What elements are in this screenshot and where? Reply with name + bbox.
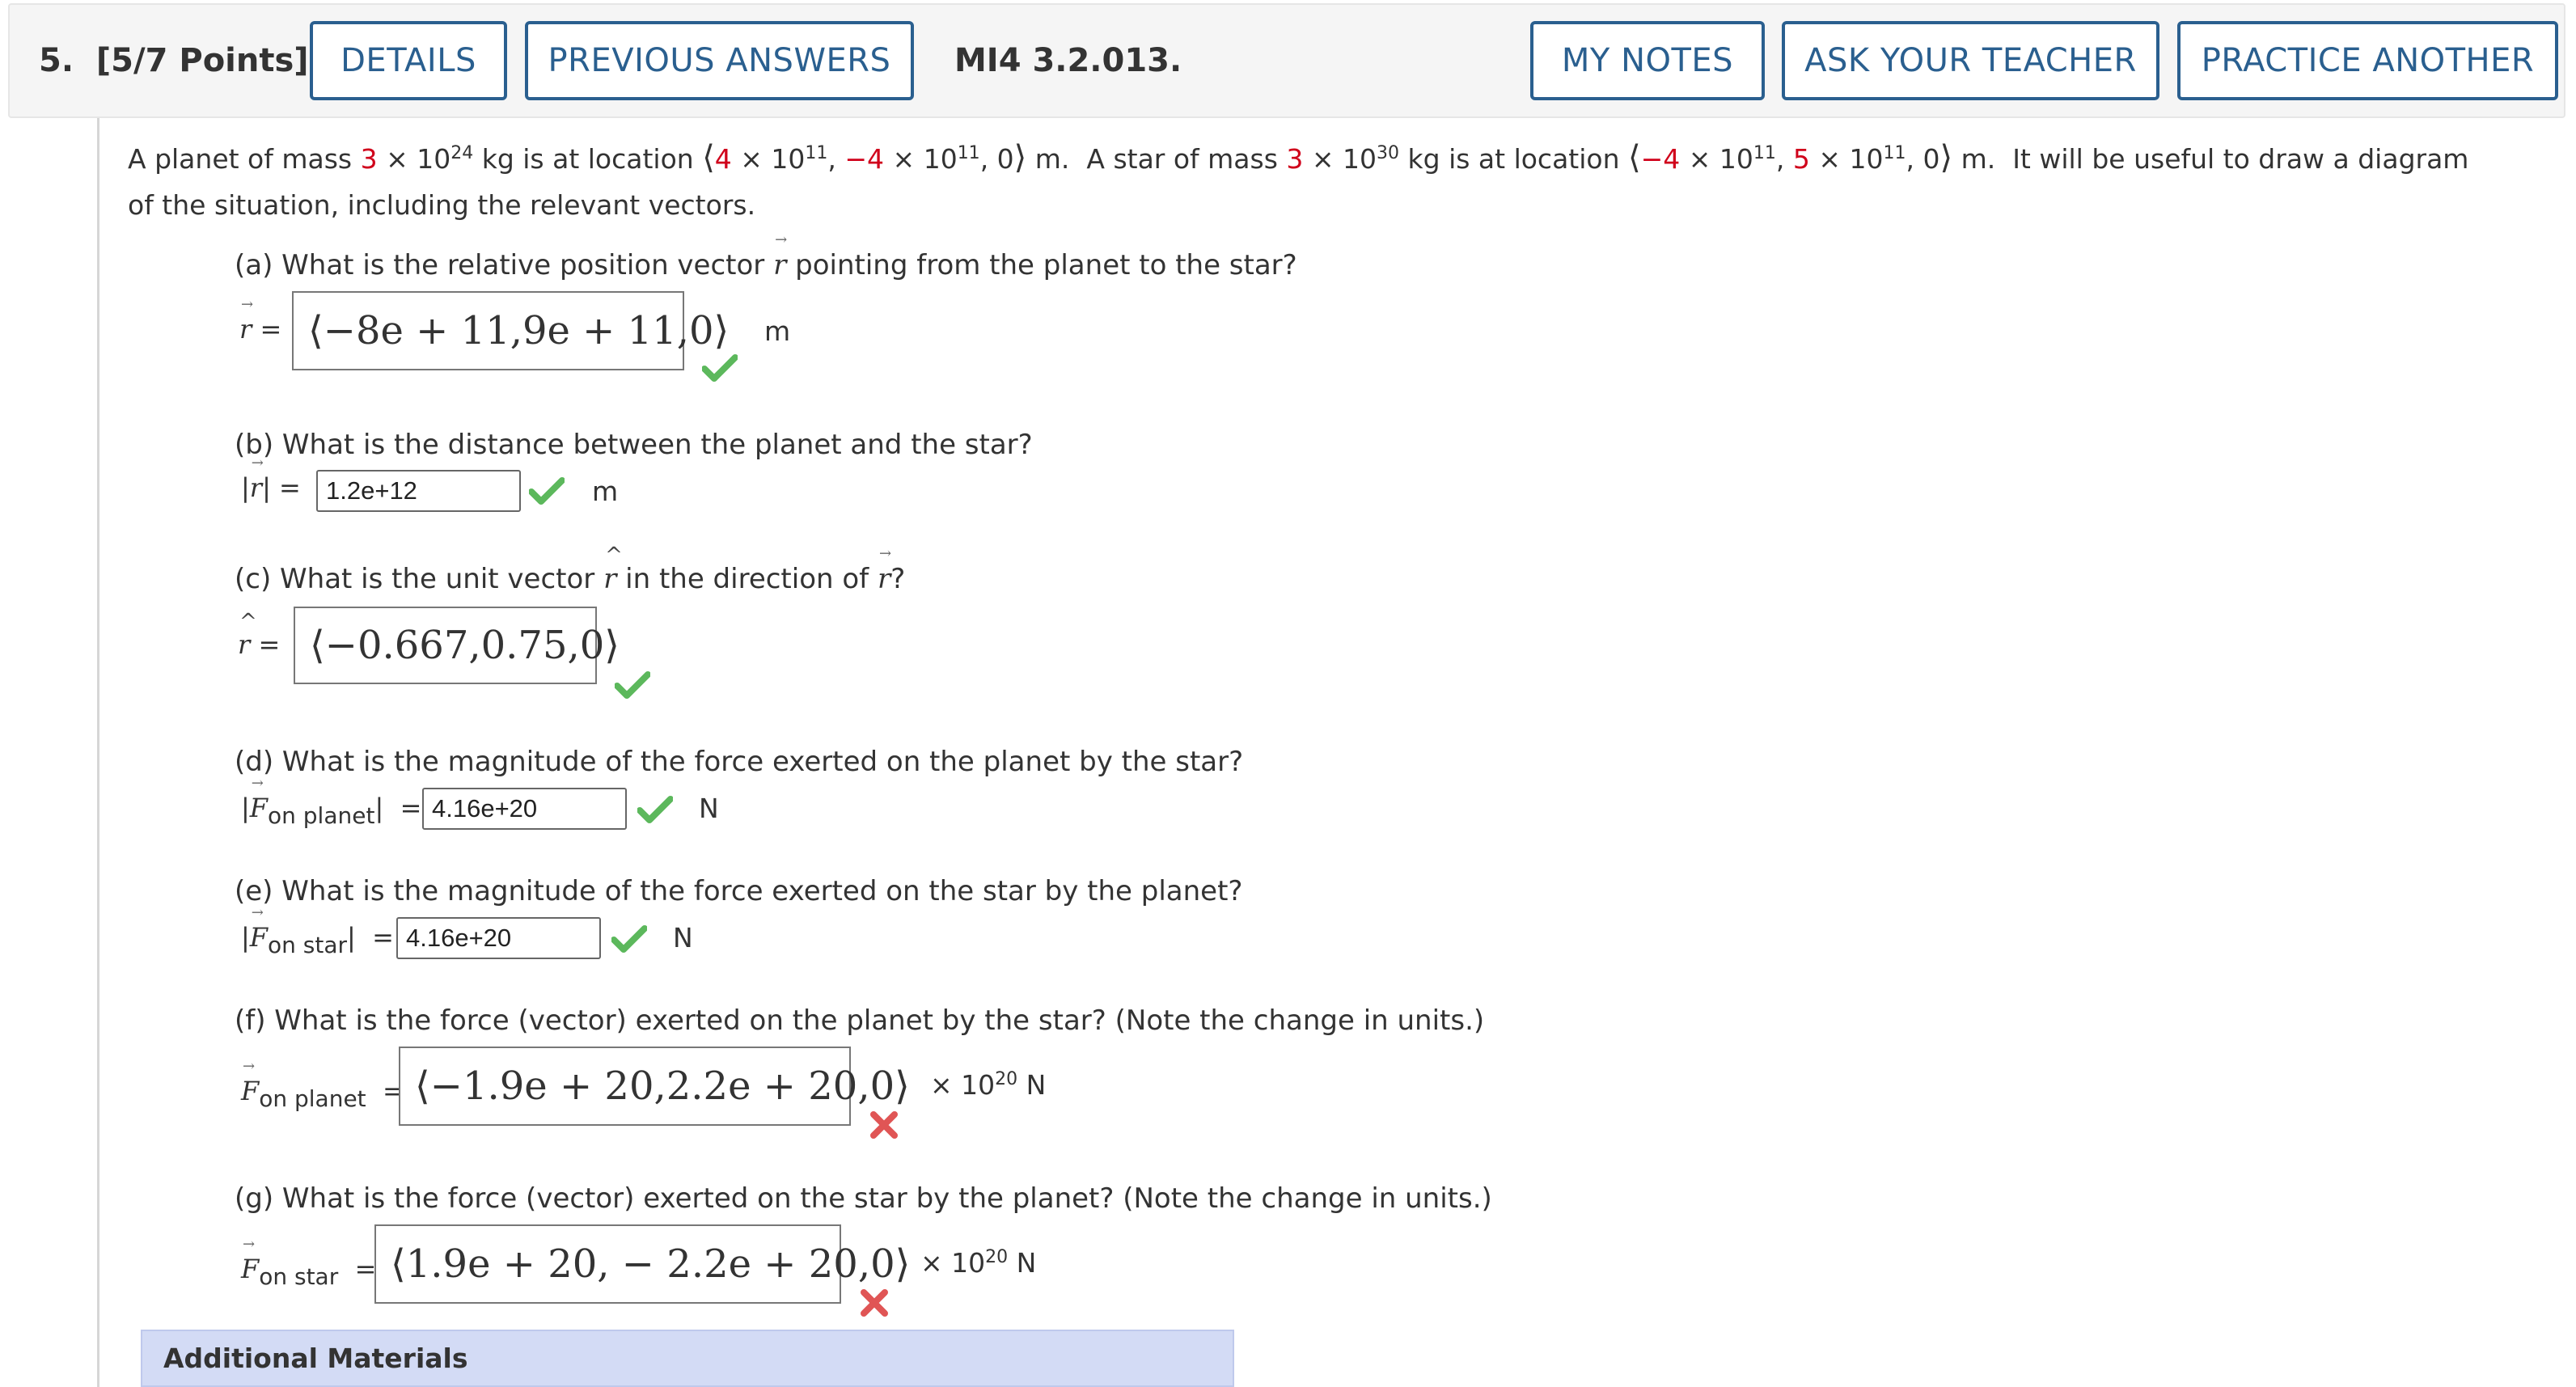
problem-statement-line2: of the situation, including the relevant… bbox=[128, 189, 756, 221]
ask-your-teacher-button[interactable]: ASK YOUR TEACHER bbox=[1782, 21, 2159, 100]
part-a-label: r = bbox=[239, 296, 281, 345]
part-f-incorrect-x-icon bbox=[870, 1111, 898, 1139]
part-g-answer[interactable]: ⟨1.9e + 20, − 2.2e + 20,0⟩ bbox=[374, 1224, 910, 1304]
part-d-correct-check-icon bbox=[637, 796, 673, 823]
part-e-unit: N bbox=[673, 922, 693, 954]
part-d-unit: N bbox=[699, 793, 719, 824]
question-number-points: 5. [5/7 Points] bbox=[39, 42, 309, 79]
part-b-question: (b) What is the distance between the pla… bbox=[235, 429, 1033, 461]
part-d-label: |Fon planet| = bbox=[241, 775, 421, 829]
part-a-answer[interactable]: ⟨−8e + 11,9e + 11,0⟩ bbox=[292, 291, 729, 370]
part-c-question: (c) What is the unit vector r in the dir… bbox=[235, 543, 905, 595]
part-e-correct-check-icon bbox=[611, 925, 647, 953]
part-e-label: |Fon star| = bbox=[241, 904, 394, 958]
left-divider bbox=[97, 118, 99, 1387]
part-e-input[interactable]: 4.16e+20 bbox=[396, 917, 601, 959]
part-f-label: Fon planet = bbox=[241, 1058, 404, 1112]
problem-statement: A planet of mass 3 × 1024 kg is at locat… bbox=[128, 139, 2469, 176]
part-c-correct-check-icon bbox=[615, 671, 650, 699]
part-b-label: |r| = bbox=[241, 455, 301, 503]
question-id: MI4 3.2.013. bbox=[954, 42, 1182, 79]
part-c-label: r = bbox=[238, 610, 280, 660]
part-d-input[interactable]: 4.16e+20 bbox=[422, 788, 627, 830]
my-notes-button[interactable]: MY NOTES bbox=[1530, 21, 1765, 100]
part-a-question: (a) What is the relative position vector… bbox=[235, 231, 1297, 281]
part-g-question: (g) What is the force (vector) exerted o… bbox=[235, 1182, 1492, 1215]
part-d-question: (d) What is the magnitude of the force e… bbox=[235, 746, 1244, 778]
part-f-answer[interactable]: ⟨−1.9e + 20,2.2e + 20,0⟩ bbox=[399, 1047, 910, 1126]
part-a-correct-check-icon bbox=[702, 354, 738, 382]
part-b-input[interactable]: 1.2e+12 bbox=[316, 470, 521, 512]
part-b-correct-check-icon bbox=[529, 477, 565, 505]
part-g-unit: × 1020 N bbox=[920, 1247, 1037, 1279]
details-button[interactable]: DETAILS bbox=[310, 21, 507, 100]
part-f-question: (f) What is the force (vector) exerted o… bbox=[235, 1004, 1485, 1037]
additional-materials-bar[interactable]: Additional Materials bbox=[141, 1330, 1234, 1387]
additional-materials-label: Additional Materials bbox=[163, 1343, 468, 1374]
part-a-unit: m bbox=[764, 315, 791, 347]
practice-another-button[interactable]: PRACTICE ANOTHER bbox=[2177, 21, 2558, 100]
previous-answers-button[interactable]: PREVIOUS ANSWERS bbox=[525, 21, 914, 100]
part-e-question: (e) What is the magnitude of the force e… bbox=[235, 875, 1243, 907]
part-c-answer[interactable]: ⟨−0.667,0.75,0⟩ bbox=[294, 607, 620, 684]
part-b-unit: m bbox=[592, 476, 619, 507]
part-g-incorrect-x-icon bbox=[861, 1289, 888, 1317]
part-f-unit: × 1020 N bbox=[930, 1069, 1047, 1101]
part-g-label: Fon star = bbox=[241, 1236, 376, 1290]
